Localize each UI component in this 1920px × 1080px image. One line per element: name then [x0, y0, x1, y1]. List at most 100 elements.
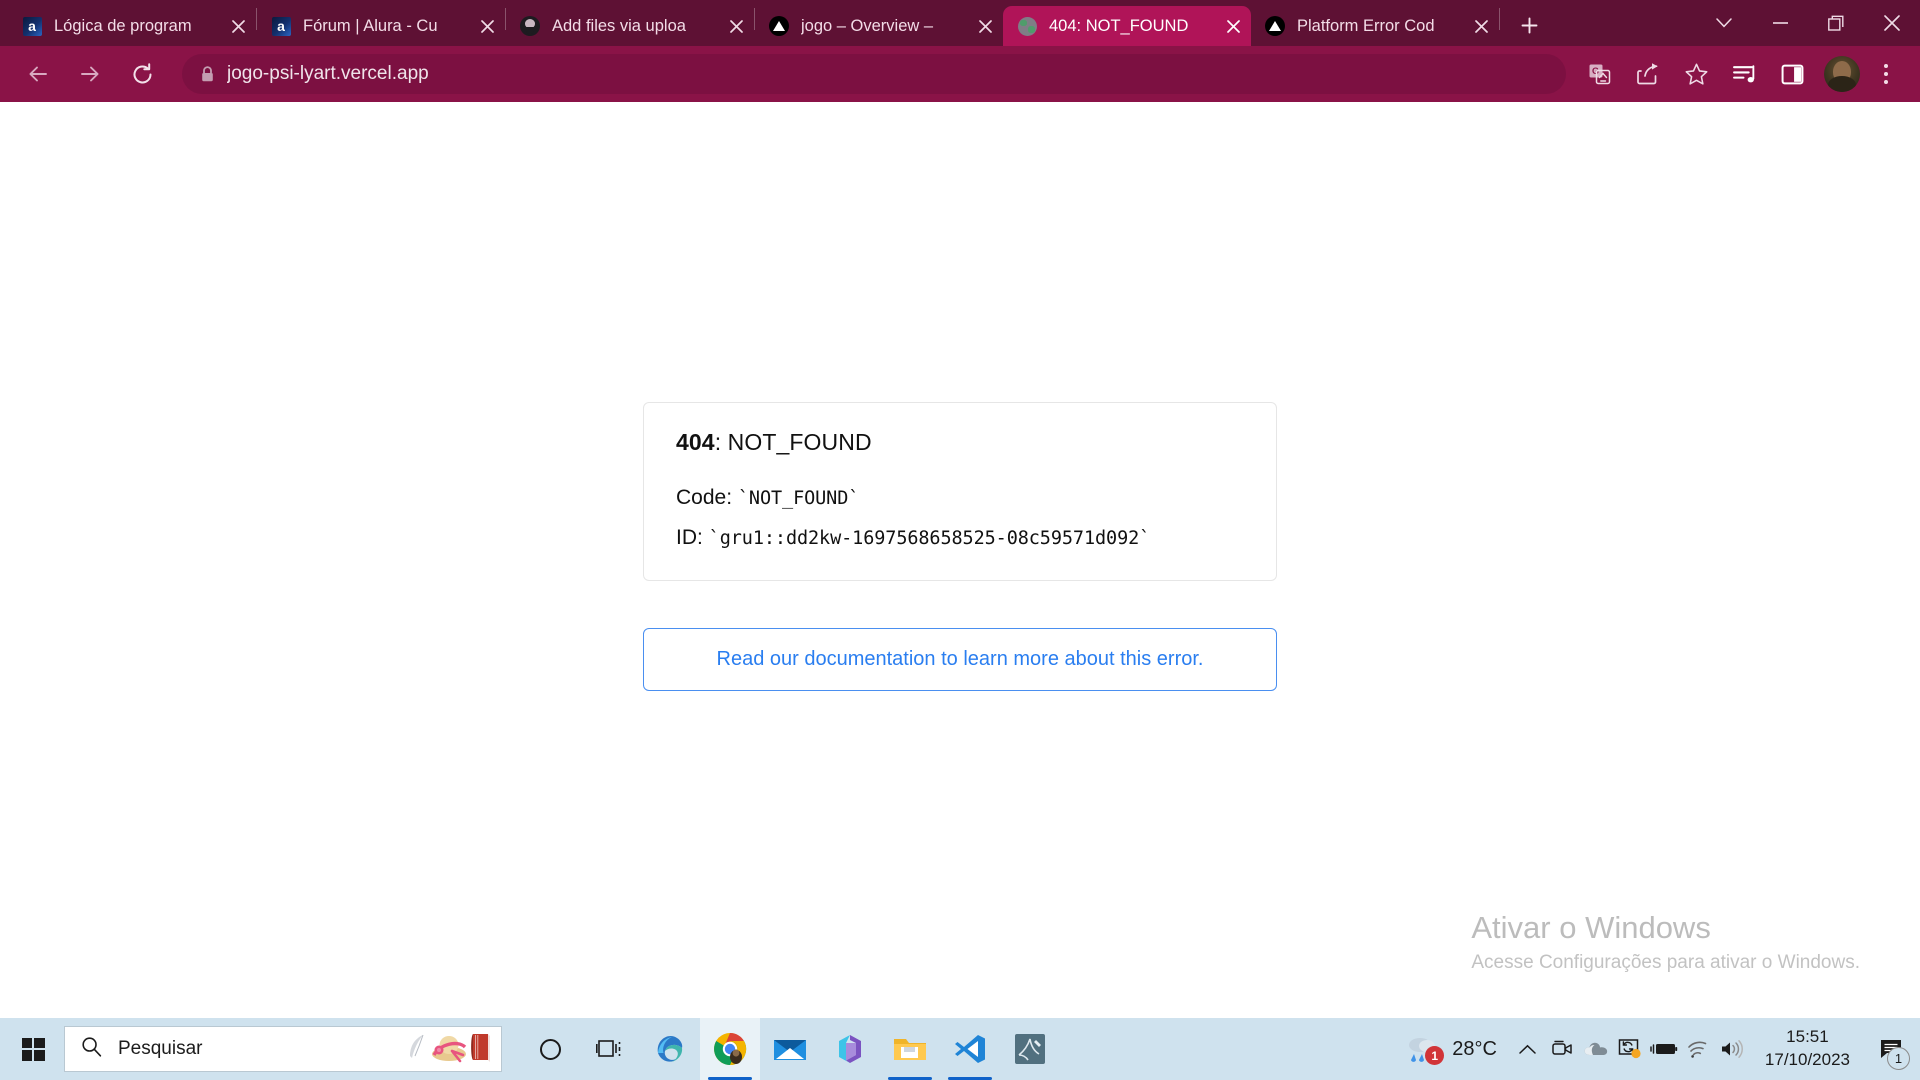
alura-icon: a [271, 16, 291, 36]
hat-icon [430, 1031, 468, 1068]
task-view-icon[interactable] [580, 1018, 640, 1080]
documentation-button[interactable]: Read our documentation to learn more abo… [643, 628, 1277, 691]
mysql-workbench-icon[interactable] [1000, 1018, 1060, 1080]
share-icon[interactable] [1628, 54, 1668, 94]
minimize-icon[interactable] [1752, 0, 1808, 46]
watermark-subtitle: Acesse Configurações para ativar o Windo… [1471, 952, 1860, 973]
status-code: 404 [676, 429, 715, 455]
browser-tab-2[interactable]: Add files via uploa [506, 6, 754, 46]
taskbar-apps [520, 1018, 1060, 1080]
browser-tab-1[interactable]: a Fórum | Alura - Cu [257, 6, 505, 46]
tab-title: Lógica de program [54, 16, 192, 35]
error-card: 404: NOT_FOUND Code: `NOT_FOUND` ID: `gr… [643, 402, 1277, 581]
tab-close-button[interactable] [1219, 12, 1247, 40]
weather-badge: 1 [1425, 1046, 1445, 1065]
reload-icon[interactable] [122, 54, 162, 94]
maximize-icon[interactable] [1808, 0, 1864, 46]
error-id-row: ID: `gru1::dd2kw-1697568658525-08c59571d… [676, 526, 1244, 550]
screen: a Lógica de program a Fórum | Alura - Cu… [0, 0, 1920, 1080]
error-code-label: Code: [676, 486, 738, 509]
mail-icon[interactable] [760, 1018, 820, 1080]
tab-title: 404: NOT_FOUND [1049, 16, 1189, 35]
system-tray: 1 28°C 15:51 17/10/2023 1 [1398, 1018, 1916, 1080]
clock-time: 15:51 [1786, 1027, 1829, 1047]
error-id-label: ID: [676, 526, 709, 549]
search-decoration [405, 1031, 497, 1068]
address-bar-url: jogo-psi-lyart.vercel.app [227, 63, 429, 84]
clock-date: 17/10/2023 [1764, 1050, 1850, 1069]
kebab-menu-icon[interactable] [1872, 54, 1900, 94]
tab-close-button[interactable] [971, 12, 999, 40]
search-placeholder: Pesquisar [118, 1038, 203, 1059]
tab-title: jogo – Overview – [801, 16, 934, 35]
address-bar[interactable]: jogo-psi-lyart.vercel.app [182, 54, 1566, 94]
search-icon [81, 1036, 102, 1062]
windows-taskbar: Pesquisar 1 28°C 15:51 17/10/2023 1 [0, 1018, 1920, 1080]
tab-close-button[interactable] [1467, 12, 1495, 40]
taskbar-clock[interactable]: 15:51 17/10/2023 [1749, 1018, 1866, 1080]
page-title: 404: NOT_FOUND [676, 429, 1244, 456]
tab-title: Fórum | Alura - Cu [303, 16, 438, 35]
microsoft-365-icon[interactable] [820, 1018, 880, 1080]
browser-tab-0[interactable]: a Lógica de program [8, 6, 256, 46]
vercel-icon [769, 16, 789, 36]
new-tab-button[interactable] [1510, 6, 1548, 44]
camera-icon[interactable] [1545, 1018, 1579, 1080]
browser-tab-3[interactable]: jogo – Overview – [755, 6, 1003, 46]
vscode-icon[interactable] [940, 1018, 1000, 1080]
tab-close-button[interactable] [473, 12, 501, 40]
browser-toolbar: jogo-psi-lyart.vercel.app G [0, 46, 1920, 102]
close-icon[interactable] [1864, 0, 1920, 46]
github-icon [520, 16, 540, 36]
tab-close-button[interactable] [224, 12, 252, 40]
error-code-row: Code: `NOT_FOUND` [676, 486, 1244, 510]
wifi-icon[interactable] [1681, 1018, 1715, 1080]
forward-arrow-icon[interactable] [70, 54, 110, 94]
side-panel-icon[interactable] [1772, 54, 1812, 94]
battery-charging-icon[interactable] [1647, 1018, 1681, 1080]
chrome-browser-window: a Lógica de program a Fórum | Alura - Cu… [0, 0, 1920, 1018]
browser-tab-4-active[interactable]: 404: NOT_FOUND [1003, 6, 1251, 46]
book-icon [469, 1032, 491, 1067]
error-code-value: `NOT_FOUND` [737, 488, 860, 509]
chevron-up-icon[interactable] [1511, 1018, 1545, 1080]
page-viewport: 404: NOT_FOUND Code: `NOT_FOUND` ID: `gr… [0, 102, 1920, 1018]
vercel-404-page: 404: NOT_FOUND Code: `NOT_FOUND` ID: `gr… [0, 102, 1920, 691]
onedrive-icon[interactable] [1579, 1018, 1613, 1080]
avatar[interactable] [1824, 56, 1860, 92]
watermark-title: Ativar o Windows [1471, 910, 1711, 946]
volume-icon[interactable] [1715, 1018, 1749, 1080]
browser-tab-5[interactable]: Platform Error Cod [1251, 6, 1499, 46]
lock-icon [200, 65, 215, 83]
search-input[interactable]: Pesquisar [64, 1026, 502, 1072]
screen-sync-icon[interactable] [1613, 1018, 1647, 1080]
documentation-link[interactable]: Read our documentation to learn more abo… [717, 648, 1204, 670]
chrome-icon[interactable] [700, 1018, 760, 1080]
tab-title: Platform Error Cod [1297, 16, 1435, 35]
media-list-icon[interactable] [1724, 54, 1764, 94]
weather-temperature: 28°C [1452, 1037, 1497, 1060]
status-text: NOT_FOUND [727, 429, 872, 455]
notification-count-badge: 1 [1887, 1047, 1910, 1070]
weather-widget[interactable]: 1 28°C [1398, 1018, 1511, 1080]
chevron-down-icon[interactable] [1696, 0, 1752, 46]
windows-start-icon[interactable] [4, 1018, 62, 1080]
feather-icon [405, 1032, 429, 1067]
back-arrow-icon[interactable] [18, 54, 58, 94]
file-explorer-icon[interactable] [880, 1018, 940, 1080]
cortana-icon[interactable] [520, 1018, 580, 1080]
bookmark-star-icon[interactable] [1676, 54, 1716, 94]
tab-title: Add files via uploa [552, 16, 686, 35]
edge-icon[interactable] [640, 1018, 700, 1080]
notifications-icon[interactable]: 1 [1866, 1018, 1916, 1080]
translate-icon[interactable]: G [1580, 54, 1620, 94]
rain-cloud-icon: 1 [1406, 1034, 1445, 1065]
window-controls [1696, 0, 1920, 46]
globe-icon [1017, 16, 1037, 36]
vercel-icon [1265, 16, 1285, 36]
tab-strip: a Lógica de program a Fórum | Alura - Cu… [0, 0, 1920, 46]
alura-icon: a [22, 16, 42, 36]
tab-close-button[interactable] [722, 12, 750, 40]
windows-activation-watermark: Ativar o Windows Acesse Configurações pa… [1471, 910, 1860, 974]
start-logo [21, 1037, 45, 1061]
